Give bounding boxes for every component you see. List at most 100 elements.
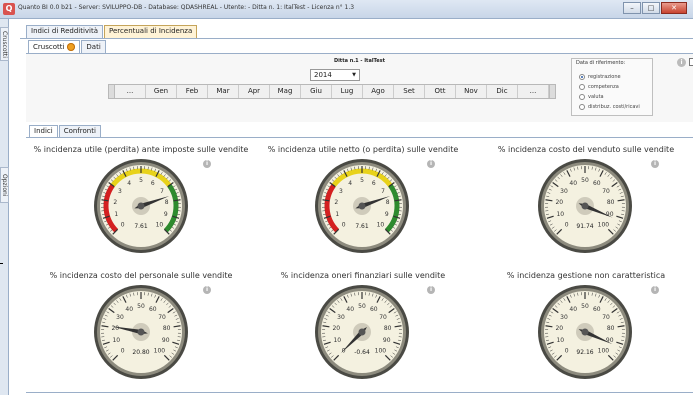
gauge-tick-label: 1: [114, 211, 118, 218]
gauge-tick-label: 60: [370, 306, 378, 313]
bottom-border: [26, 392, 693, 393]
gauge-tick-label: 100: [598, 222, 610, 229]
close-icon[interactable]: ✕: [661, 2, 687, 14]
gauge-tick-label: 50: [581, 177, 589, 184]
gauge-value: 7.61: [355, 223, 369, 230]
info-icon[interactable]: i: [427, 286, 435, 294]
month-item[interactable]: Ago: [363, 85, 394, 98]
gauge-tick-label: 5: [360, 177, 364, 184]
info-icon[interactable]: i: [651, 160, 659, 168]
gauge-tick-label: 90: [162, 337, 170, 344]
month-item[interactable]: Ott: [425, 85, 456, 98]
gauge-tick-label: 0: [565, 222, 569, 229]
gauge-tick-label: 40: [125, 306, 133, 313]
gauge-tick-label: 10: [377, 222, 385, 229]
year-value: 2014: [314, 71, 332, 79]
gauge-hub: [581, 202, 589, 210]
info-icon[interactable]: i: [427, 160, 435, 168]
info-icon[interactable]: i: [203, 160, 211, 168]
tab-indici[interactable]: Indici: [29, 125, 58, 137]
gauge-panel: % incidenza utile (perdita) ante imposte…: [30, 145, 252, 265]
side-panel-strip: Cruscotti Opzioni: [0, 19, 9, 395]
radio-competenza[interactable]: competenza: [579, 84, 619, 90]
main-tabs: Indici di Redditività Percentuali di Inc…: [26, 25, 198, 38]
month-item[interactable]: ...: [518, 85, 549, 98]
month-item[interactable]: Apr: [239, 85, 270, 98]
restore-icon[interactable]: [689, 58, 693, 66]
month-item[interactable]: Mag: [270, 85, 301, 98]
year-select[interactable]: 2014 ▼: [310, 69, 360, 81]
reference-title: Data di riferimento:: [576, 60, 626, 66]
month-item[interactable]: Nov: [456, 85, 487, 98]
radio-dot: [579, 104, 585, 110]
tab-dati[interactable]: Dati: [81, 40, 106, 53]
gauge-tick-label: 80: [163, 325, 171, 332]
gauge-panel: % incidenza costo del venduto sulle vend…: [475, 145, 693, 265]
gauge-tick-label: 100: [375, 348, 387, 355]
gauge-tick-label: 9: [385, 211, 389, 218]
month-item[interactable]: Lug: [332, 85, 363, 98]
month-item[interactable]: Set: [394, 85, 425, 98]
gauge-title: % incidenza utile netto (o perdita) sull…: [267, 145, 459, 154]
tab-divider: [20, 38, 693, 39]
scroll-right-handle[interactable]: [549, 85, 555, 98]
radio-label: competenza: [588, 84, 619, 90]
gauge-tick-label: 10: [156, 222, 164, 229]
gauge-tick-label: 10: [556, 211, 564, 218]
tab-confronti[interactable]: Confronti: [58, 125, 101, 137]
gauge-tick-label: 80: [384, 325, 392, 332]
gauge-tick-label: 2: [113, 199, 117, 206]
radio-label: registrazione: [588, 74, 621, 80]
gear-icon: [67, 43, 76, 51]
radio-label: valuta: [588, 94, 604, 100]
gauge-tick-label: 80: [607, 325, 615, 332]
month-item[interactable]: Dic: [487, 85, 518, 98]
month-item[interactable]: Feb: [177, 85, 208, 98]
month-item[interactable]: ...: [115, 85, 146, 98]
gauge-tick-label: 20: [555, 199, 563, 206]
gauge-value: 92.16: [576, 349, 593, 356]
gauge-tick-label: 0: [121, 222, 125, 229]
gauge-tick-label: 20: [332, 325, 340, 332]
gauge-dial: 010203040 50 6070809010092.16: [538, 285, 632, 379]
radio-valuta[interactable]: valuta: [579, 94, 604, 100]
title-bar: Q Quanto BI 0.0 b21 - Server: SVILUPPO-D…: [0, 0, 693, 19]
tab-indici-redditivita[interactable]: Indici di Redditività: [26, 25, 104, 38]
gauge-tick-label: 7: [381, 188, 385, 195]
info-icon[interactable]: i: [651, 286, 659, 294]
gauge-tick-label: 8: [165, 199, 169, 206]
gauge-tick-label: 90: [383, 337, 391, 344]
gauge-hub: [581, 328, 589, 336]
maximize-icon[interactable]: □: [642, 2, 660, 14]
radio-registrazione[interactable]: registrazione: [579, 74, 621, 80]
filter-header: Ditta n.1 - ItalTest 2014 ▼ ... Gen Feb Mar…: [26, 54, 693, 122]
month-item[interactable]: Giu: [301, 85, 332, 98]
gauge-title: % incidenza costo del venduto sulle vend…: [497, 145, 675, 154]
tab-percentuali-incidenza[interactable]: Percentuali di Incidenza: [104, 25, 198, 38]
app-logo-icon: Q: [3, 3, 15, 15]
gauge-tick-label: 4: [348, 180, 352, 187]
gauge-tick-label: 100: [154, 348, 166, 355]
month-selector: ... Gen Feb Mar Apr Mag Giu Lug Ago Set Ott Nov Dic.…: [108, 84, 556, 99]
info-icon[interactable]: i: [203, 286, 211, 294]
window-controls: – □ ✕: [622, 2, 687, 14]
side-tab-opzioni[interactable]: Opzioni: [0, 167, 9, 203]
gauge-tick-label: 50: [137, 303, 145, 310]
tab-cruscotti[interactable]: Cruscotti: [28, 40, 81, 53]
side-tab-cruscotti[interactable]: Cruscotti: [0, 27, 9, 61]
gauge-dial: 010 20 3040 50 6070 80 90 100 91.74: [538, 159, 632, 253]
info-icon[interactable]: i: [677, 58, 686, 67]
minimize-icon[interactable]: –: [623, 2, 641, 14]
gauge-tick-label: 30: [116, 314, 124, 321]
gauge-dial: 01 234 5 678 910 7.61: [94, 159, 188, 253]
month-item[interactable]: Mar: [208, 85, 239, 98]
month-item[interactable]: Gen: [146, 85, 177, 98]
gauge-tick-label: 5: [139, 177, 143, 184]
gauge-hub: [137, 202, 145, 210]
gauge-tick-label: 10: [112, 337, 120, 344]
radio-dot: [579, 74, 585, 80]
gauge-dial: 010203040 50 60708090100-0.64: [315, 285, 409, 379]
radio-label: distribuz. costi/ricavi: [588, 104, 640, 110]
radio-distribuz[interactable]: distribuz. costi/ricavi: [579, 104, 640, 110]
edge-marker: [0, 263, 3, 264]
